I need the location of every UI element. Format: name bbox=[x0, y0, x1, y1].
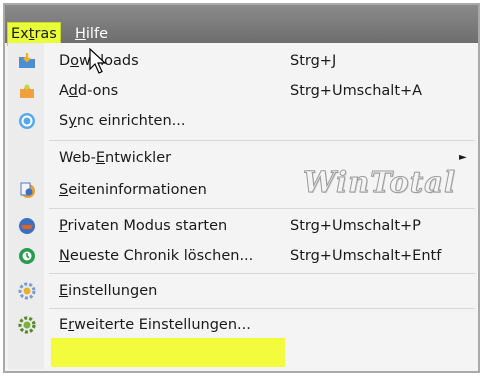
menu-item-page-info[interactable]: Seiteninformationen bbox=[8, 175, 475, 205]
menu-item-label: Seiteninformationen bbox=[59, 182, 207, 198]
menu-item-add-ons[interactable]: Add-ons Strg+Umschalt+A bbox=[8, 76, 475, 106]
clear-history-icon bbox=[17, 246, 37, 266]
menu-item-label: Neueste Chronik löschen... bbox=[59, 248, 254, 264]
menu-item-label: Add-ons bbox=[59, 83, 119, 99]
settings-icon bbox=[17, 281, 37, 301]
menu-item-clear-history[interactable]: Neueste Chronik löschen... Strg+Umschalt… bbox=[8, 241, 475, 271]
menu-item-shortcut: Strg+Umschalt+A bbox=[290, 83, 423, 99]
menu-hilfe-label: Hilfe bbox=[75, 26, 108, 42]
submenu-arrow-icon: ► bbox=[459, 152, 467, 163]
menu-item-shortcut: Strg+J bbox=[290, 53, 337, 69]
menu-item-shortcut: Strg+Umschalt+P bbox=[290, 218, 421, 234]
separator bbox=[49, 208, 475, 209]
downloads-icon bbox=[17, 51, 37, 71]
menu-item-label: Einstellungen bbox=[59, 283, 158, 299]
page-info-icon bbox=[17, 180, 37, 200]
extras-dropdown-menu: Downloads Strg+J Add-ons Strg+Umschalt+A… bbox=[8, 43, 475, 369]
menu-item-shortcut: Strg+Umschalt+Entf bbox=[290, 248, 442, 264]
menu-item-label: Privaten Modus starten bbox=[59, 218, 228, 234]
separator bbox=[49, 273, 475, 274]
menu-item-sync[interactable]: Sync einrichten... bbox=[8, 106, 475, 136]
menu-item-settings[interactable]: Einstellungen bbox=[8, 276, 475, 306]
private-mode-icon bbox=[17, 216, 37, 236]
menu-item-label: Sync einrichten... bbox=[59, 113, 186, 129]
menu-bar: Extras Hilfe bbox=[5, 5, 478, 46]
menu-item-label: Web-Entwickler bbox=[59, 150, 172, 166]
separator bbox=[49, 140, 475, 141]
menu-item-advanced-settings[interactable]: Erweiterte Einstellungen... bbox=[8, 310, 475, 340]
addons-icon bbox=[17, 81, 37, 101]
menu-item-private-mode[interactable]: Privaten Modus starten Strg+Umschalt+P bbox=[8, 211, 475, 241]
separator bbox=[49, 308, 475, 309]
advanced-settings-icon bbox=[17, 315, 37, 335]
menu-hilfe[interactable]: Hilfe bbox=[72, 23, 111, 45]
highlight-marker bbox=[51, 338, 285, 367]
menu-extras-label: Extras bbox=[11, 26, 57, 42]
sync-icon bbox=[17, 111, 37, 131]
menu-item-downloads[interactable]: Downloads Strg+J bbox=[8, 46, 475, 76]
mouse-cursor-icon bbox=[89, 48, 107, 74]
menu-item-label: Erweiterte Einstellungen... bbox=[59, 317, 251, 333]
